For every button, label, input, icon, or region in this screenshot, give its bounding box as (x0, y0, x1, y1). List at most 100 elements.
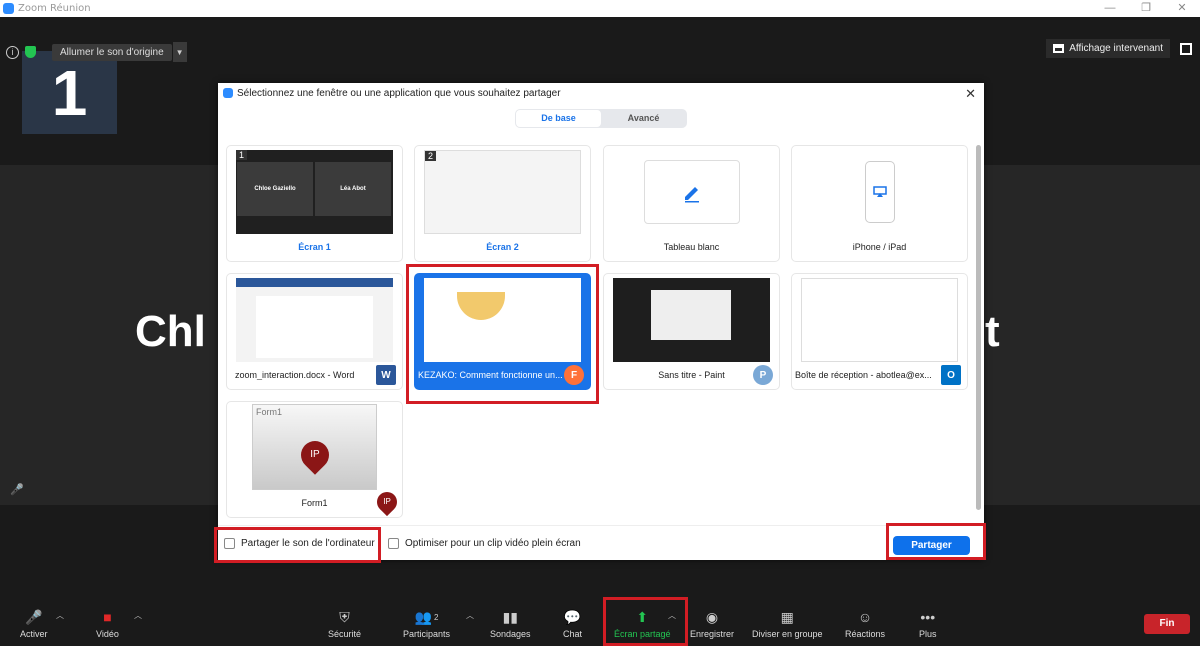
chevron-down-icon[interactable]: ▼ (172, 42, 187, 62)
share-tile-whiteboard[interactable]: Tableau blanc (603, 145, 780, 262)
encryption-shield-icon[interactable] (25, 46, 36, 58)
fullscreen-icon[interactable] (1180, 43, 1192, 55)
participant-thumbnail[interactable]: 1 (22, 51, 117, 134)
zoom-dialog-icon (223, 88, 233, 98)
preview-participant-right: Léa Abot (315, 162, 391, 216)
meeting-info-bar: i Allumer le son d'origine ▼ (6, 42, 187, 62)
pencil-icon (684, 187, 699, 203)
app-logo-text: IP (310, 449, 320, 460)
form1-window-preview: Form1 IP (252, 404, 377, 490)
more-label: Plus (919, 629, 937, 639)
unmute-button[interactable]: 🎤 Activer (20, 608, 48, 640)
share-mode-tabs: De base Avancé (515, 109, 687, 128)
dialog-scrollbar[interactable] (976, 145, 981, 510)
tab-advanced[interactable]: Avancé (601, 110, 686, 127)
chevron-up-icon[interactable]: ︿ (134, 610, 142, 621)
share-tile-iphone[interactable]: iPhone / iPad (791, 145, 968, 262)
window-title: Zoom Réunion (18, 3, 91, 14)
preview-participant-left: Chloe Gaziello (237, 162, 313, 216)
share-tile-outlook[interactable]: Boîte de réception - abotlea@ex... O (791, 273, 968, 390)
phone-icon (864, 161, 895, 223)
info-icon[interactable]: i (6, 45, 19, 59)
video-off-icon: ■ (103, 609, 112, 625)
form-title: Form1 (256, 407, 283, 417)
share-sound-label: Partager le son de l'ordinateur (241, 538, 375, 549)
security-label: Sécurité (328, 629, 362, 639)
share-tile-form1[interactable]: Form1 IP Form1 IP (226, 401, 403, 518)
speaker-view-label: Affichage intervenant (1069, 43, 1163, 54)
participants-label: Participants (403, 629, 451, 639)
outlook-window-preview (801, 278, 958, 362)
polls-label: Sondages (490, 629, 531, 639)
restore-button[interactable]: ❐ (1128, 0, 1164, 17)
chevron-up-icon[interactable]: ︿ (466, 610, 474, 621)
breakout-label: Diviser en groupe (752, 629, 823, 639)
chat-button[interactable]: 💬 Chat (563, 608, 582, 640)
speaker-name-left: Chl (135, 307, 206, 356)
video-thumbnail (457, 292, 505, 320)
video-label: Vidéo (96, 629, 119, 639)
whiteboard-preview (613, 150, 770, 234)
app-icon-text: IP (383, 497, 391, 506)
share-screen-icon: ⬆ (636, 608, 649, 625)
share-tile-paint[interactable]: Sans titre - Paint P (603, 273, 780, 390)
close-icon[interactable]: ✕ (965, 86, 976, 102)
polls-button[interactable]: ▮▮ Sondages (490, 608, 531, 640)
share-screen-label: Écran partagé (614, 629, 671, 639)
share-screen-dialog: Sélectionnez une fenêtre ou une applicat… (218, 83, 984, 560)
share-tile-firefox[interactable]: KEZAKO: Comment fonctionne un... F (414, 273, 591, 390)
record-button[interactable]: ◉ Enregistrer (690, 608, 734, 640)
screen-number-badge: 1 (236, 150, 248, 160)
iphone-preview (801, 150, 958, 234)
bar-chart-icon: ▮▮ (502, 608, 518, 625)
tile-label: iPhone / iPad (852, 242, 907, 252)
app-logo-icon: IP (295, 435, 335, 475)
unmute-label: Activer (20, 629, 48, 639)
form1-app-icon: IP (372, 487, 402, 517)
speaker-view-button[interactable]: Affichage intervenant (1046, 39, 1170, 58)
reactions-button[interactable]: ☺ Réactions (845, 608, 885, 639)
checkbox-box[interactable] (224, 538, 235, 549)
breakout-grid-icon: ▦ (780, 608, 794, 625)
share-tile-word[interactable]: zoom_interaction.docx - Word W (226, 273, 403, 390)
word-ribbon (236, 278, 393, 287)
checkbox-box[interactable] (388, 538, 399, 549)
breakout-rooms-button[interactable]: ▦ Diviser en groupe (752, 608, 823, 640)
chevron-up-icon[interactable]: ︿ (668, 610, 676, 621)
close-window-button[interactable]: ✕ (1164, 0, 1200, 17)
smiley-icon: ☺ (857, 609, 873, 625)
firefox-icon: F (564, 365, 584, 385)
end-meeting-button[interactable]: Fin (1144, 614, 1190, 634)
participants-count: 2 (434, 612, 439, 622)
video-button[interactable]: ■ Vidéo (96, 608, 119, 639)
optimize-video-checkbox[interactable]: Optimiser pour un clip vidéo plein écran (388, 538, 581, 549)
ellipsis-icon: ••• (920, 609, 936, 625)
participants-button[interactable]: 👥 2 Participants (403, 608, 451, 640)
tile-label: Écran 2 (486, 242, 519, 252)
screen-2-preview: 2 (424, 150, 581, 234)
screen-number-badge: 2 (425, 151, 437, 161)
zoom-app-icon (3, 3, 14, 14)
original-sound-button[interactable]: Allumer le son d'origine (52, 43, 172, 61)
airplay-icon (872, 186, 887, 197)
grid-icon (1053, 44, 1065, 53)
window-title-bar: Zoom Réunion — ❐ ✕ (0, 0, 1200, 17)
minimize-button[interactable]: — (1092, 0, 1128, 17)
share-tile-screen-2[interactable]: 2 Écran 2 (414, 145, 591, 262)
record-icon: ◉ (705, 608, 719, 625)
screen-1-preview: 1 Chloe Gaziello Léa Abot (236, 150, 393, 234)
share-sound-checkbox[interactable]: Partager le son de l'ordinateur (224, 538, 375, 549)
share-button[interactable]: Partager (893, 536, 970, 555)
window-controls: — ❐ ✕ (1092, 0, 1200, 17)
share-tile-screen-1[interactable]: 1 Chloe Gaziello Léa Abot Écran 1 (226, 145, 403, 262)
tile-label: Écran 1 (298, 242, 331, 252)
security-button[interactable]: ⛨ Sécurité (328, 608, 362, 640)
share-screen-button[interactable]: ⬆ Écran partagé (614, 608, 671, 640)
more-button[interactable]: ••• Plus (919, 608, 937, 639)
tab-basic[interactable]: De base (516, 110, 601, 127)
paint-palette-icon: P (753, 365, 773, 385)
muted-mic-icon: 🎤 (25, 608, 43, 625)
chevron-up-icon[interactable]: ︿ (56, 610, 64, 621)
shield-icon: ⛨ (339, 608, 350, 625)
tile-label: Tableau blanc (663, 242, 720, 252)
